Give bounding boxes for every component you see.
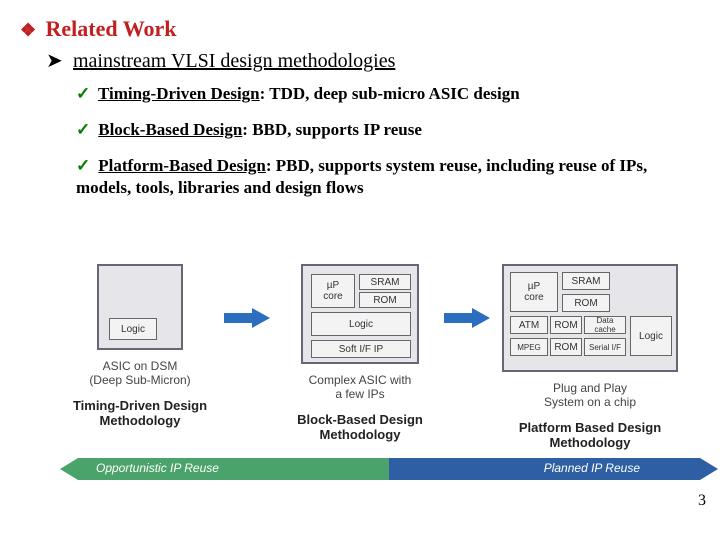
reuse-left-label: Opportunistic IP Reuse [96, 461, 219, 475]
block-atm: ATM [510, 316, 548, 334]
caption-line: Timing-Driven Design [73, 398, 207, 413]
reuse-right-label: Planned IP Reuse [544, 461, 640, 475]
block-logic: Logic [109, 318, 157, 340]
block-up-core: µP core [510, 272, 558, 312]
bullet-pbd: ✓ Platform-Based Design: PBD, supports s… [76, 155, 700, 199]
block-soft-ip: Soft I/F IP [311, 340, 411, 358]
methodology-title: Timing-Driven Design Methodology [60, 398, 220, 429]
bullet-emph: Timing-Driven Design [98, 84, 260, 103]
caption-line: (Deep Sub-Micron) [89, 373, 190, 387]
block-sram: SRAM [562, 272, 610, 290]
block-mpeg: MPEG [510, 338, 548, 356]
title-text: Related Work [46, 16, 177, 41]
chip-caption: Plug and Play System on a chip [490, 381, 690, 410]
chip-caption: ASIC on DSM (Deep Sub-Micron) [60, 359, 220, 388]
caption-line: Methodology [320, 427, 401, 442]
diagram-figure: Logic ASIC on DSM (Deep Sub-Micron) Timi… [10, 260, 710, 480]
arrow-right-icon [444, 308, 490, 328]
caption-line: Platform Based Design [519, 420, 661, 435]
subtitle-text: mainstream VLSI design methodologies [73, 50, 395, 72]
reuse-spectrum-bar: Opportunistic IP Reuse Planned IP Reuse [78, 458, 700, 480]
block-rom: ROM [562, 294, 610, 312]
caption-line: Block-Based Design [297, 412, 423, 427]
arrow-bullet-icon: ➤ [46, 48, 68, 73]
check-icon: ✓ [76, 119, 94, 141]
page-number: 3 [698, 492, 706, 510]
check-icon: ✓ [76, 83, 94, 105]
bullet-rest: : TDD, deep sub-micro ASIC design [260, 84, 520, 103]
section-title: ❖ Related Work [20, 16, 700, 42]
caption-line: Plug and Play [553, 381, 627, 395]
methodology-title: Block-Based Design Methodology [280, 412, 440, 443]
chip-soc: µP core SRAM ROM ATM ROM Data cache MPEG… [502, 264, 678, 372]
chip-caption: Complex ASIC with a few IPs [280, 373, 440, 402]
caption-line: a few IPs [335, 387, 384, 401]
bullet-rest: : BBD, supports IP reuse [242, 120, 422, 139]
check-icon: ✓ [76, 155, 94, 177]
block-data-cache: Data cache [584, 316, 626, 334]
caption-line: Complex ASIC with [309, 373, 412, 387]
block-sram: SRAM [359, 274, 411, 290]
diagram-col-bbd: µP core SRAM ROM Logic Soft I/F IP Compl… [280, 264, 440, 443]
bullet-emph: Block-Based Design [98, 120, 242, 139]
diagram-col-pbd: µP core SRAM ROM ATM ROM Data cache MPEG… [490, 264, 690, 451]
block-rom: ROM [550, 338, 582, 356]
caption-line: System on a chip [544, 395, 636, 409]
subtitle: ➤ mainstream VLSI design methodologies [46, 48, 700, 73]
slide-content: ❖ Related Work ➤ mainstream VLSI design … [0, 0, 720, 199]
chip-complex-asic: µP core SRAM ROM Logic Soft I/F IP [301, 264, 419, 364]
caption-line: ASIC on DSM [103, 359, 178, 373]
diagram-col-tdd: Logic ASIC on DSM (Deep Sub-Micron) Timi… [60, 264, 220, 429]
bullet-emph: Platform-Based Design [98, 156, 266, 175]
methodology-title: Platform Based Design Methodology [490, 420, 690, 451]
block-logic: Logic [311, 312, 411, 336]
block-logic: Logic [630, 316, 672, 356]
arrow-right-icon [224, 308, 270, 328]
bullet-bbd: ✓ Block-Based Design: BBD, supports IP r… [76, 119, 700, 141]
caption-line: Methodology [550, 435, 631, 450]
diamond-bullet-icon: ❖ [20, 20, 40, 41]
block-rom: ROM [359, 292, 411, 308]
chip-asic-dsm: Logic [97, 264, 183, 350]
bullet-tdd: ✓ Timing-Driven Design: TDD, deep sub-mi… [76, 83, 700, 105]
block-serial-if: Serial I/F [584, 338, 626, 356]
block-up-core: µP core [311, 274, 355, 308]
caption-line: Methodology [100, 413, 181, 428]
block-rom: ROM [550, 316, 582, 334]
